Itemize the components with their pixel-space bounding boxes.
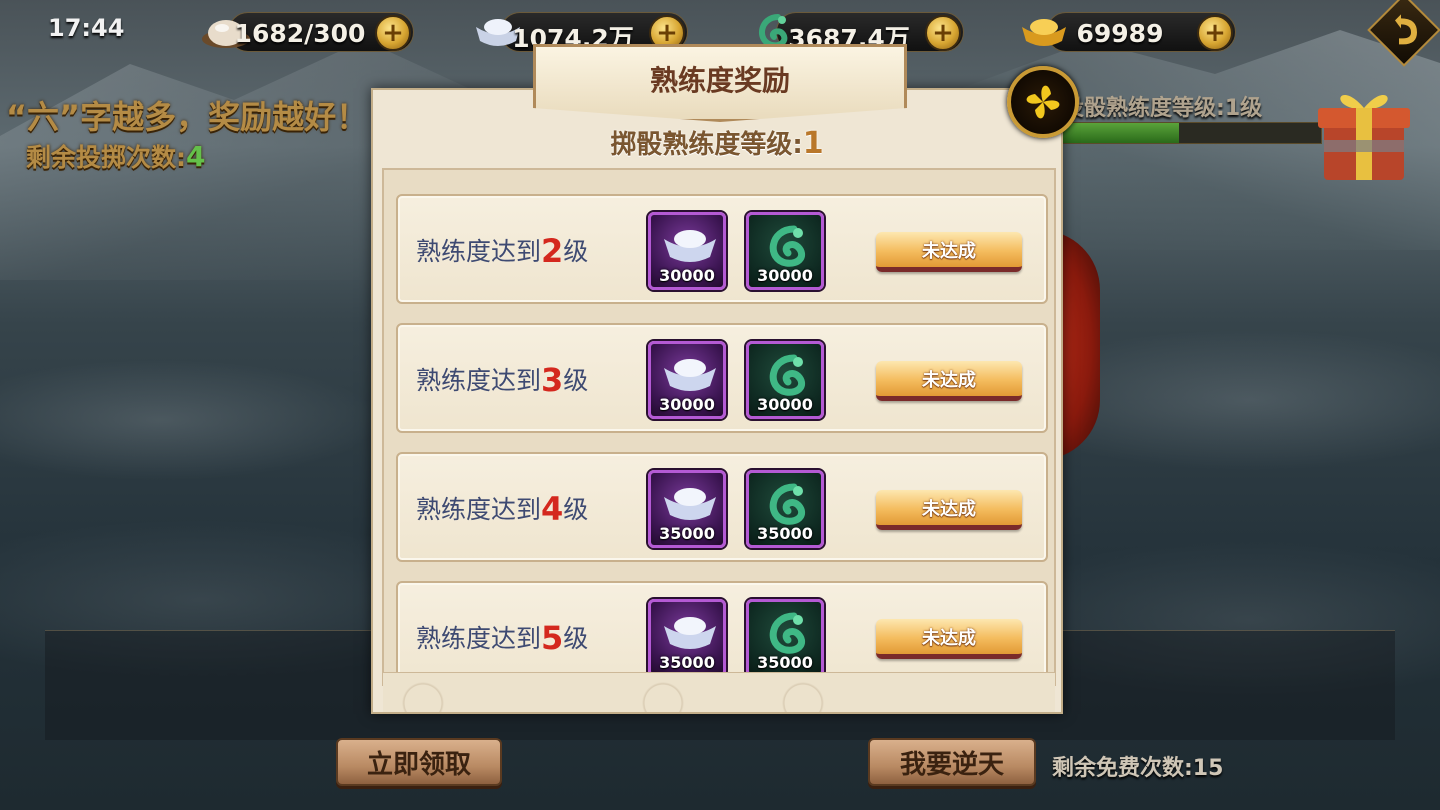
row-prefix: 熟练度达到 [416,624,542,653]
remaining-throws: 剩余投掷次数:4 [26,138,205,174]
silver-reward[interactable]: 30000 [648,341,726,419]
reward-list[interactable]: 熟练度达到2级 30000 30000 未达成 熟练度达到3级 30000 30… [382,168,1056,686]
status-button[interactable]: 未达成 [876,232,1022,272]
stamina-value: 1682/300 [234,19,366,48]
reward-row: 熟练度达到4级 35000 35000 未达成 [396,452,1048,562]
proficiency-level-info: 投骰熟练度等级:1级 [1062,90,1262,122]
reward-row: 熟练度达到5级 35000 35000 未达成 [396,581,1048,684]
jade-reward[interactable]: 35000 [746,599,824,677]
silver-ingot-icon [664,617,716,649]
close-button[interactable] [1007,66,1079,138]
row-suffix: 级 [563,366,589,395]
silver-ingot-icon [664,359,716,391]
row-label: 熟练度达到5级 [416,619,588,657]
row-label: 熟练度达到4级 [416,490,588,528]
remaining-throws-label: 剩余投掷次数: [26,143,186,172]
silver-ingot-icon [664,488,716,520]
reward-row: 熟练度达到3级 30000 30000 未达成 [396,323,1048,433]
silver-reward-qty: 35000 [659,524,715,543]
row-prefix: 熟练度达到 [416,237,542,266]
pinwheel-icon [1026,85,1060,119]
add-stamina-button[interactable]: + [375,15,411,51]
jade-reward-qty: 35000 [757,524,813,543]
resource-gold: 69989 + [1022,12,1236,52]
row-prefix: 熟练度达到 [416,495,542,524]
row-level: 5 [541,619,564,657]
dice-proficiency-label: 掷骰熟练度等级: [610,130,803,160]
proficiency-progress-bar [1062,122,1322,144]
jade-reward[interactable]: 30000 [746,212,824,290]
free-count: 剩余免费次数:15 [1052,756,1224,781]
jade-reward-qty: 30000 [757,395,813,414]
silver-ingot-icon [664,230,716,262]
jade-reward-qty: 30000 [757,266,813,285]
silver-reward-qty: 30000 [659,395,715,414]
reward-row: 熟练度达到2级 30000 30000 未达成 [396,194,1048,304]
jade-dragon-icon [769,483,805,525]
silver-reward-qty: 35000 [659,653,715,672]
proficiency-level-value: 1级 [1224,96,1263,121]
gold-value: 69989 [1076,19,1164,48]
proficiency-level-label: 投骰熟练度等级: [1062,96,1225,121]
remaining-throws-value: 4 [186,140,206,173]
dialog-title: 熟练度奖励 [533,44,907,122]
resource-stamina: 1682/300 + [202,12,414,52]
silver-reward[interactable]: 35000 [648,599,726,677]
row-label: 熟练度达到3级 [416,361,588,399]
row-suffix: 级 [563,624,589,653]
status-button[interactable]: 未达成 [876,361,1022,401]
row-label: 熟练度达到2级 [416,232,588,270]
row-level: 2 [541,232,564,270]
dice-proficiency-level: 掷骰熟练度等级:1 [371,124,1063,161]
row-level: 4 [541,490,564,528]
status-button[interactable]: 未达成 [876,619,1022,659]
claim-now-button[interactable]: 立即领取 [336,738,502,786]
status-button[interactable]: 未达成 [876,490,1022,530]
row-prefix: 熟练度达到 [416,366,542,395]
return-arrow-icon [1395,14,1417,45]
list-footer-decoration [383,672,1055,712]
row-level: 3 [541,361,564,399]
silver-reward-qty: 30000 [659,266,715,285]
jade-reward[interactable]: 30000 [746,341,824,419]
jade-dragon-icon [769,354,805,396]
reward-slogan: “六”字越多，奖励越好！ [6,98,369,136]
jade-reward[interactable]: 35000 [746,470,824,548]
back-button[interactable] [1367,0,1440,67]
jade-dragon-icon [769,225,805,267]
row-suffix: 级 [563,495,589,524]
row-suffix: 级 [563,237,589,266]
proficiency-progress-fill [1063,123,1180,143]
gift-box-icon[interactable] [1312,78,1416,188]
add-gold-button[interactable]: + [1197,15,1233,51]
jade-reward-qty: 35000 [757,653,813,672]
add-jade-button[interactable]: + [925,15,961,51]
defy-heaven-button[interactable]: 我要逆天 [868,738,1036,786]
silver-reward[interactable]: 35000 [648,470,726,548]
clock: 17:44 [48,14,125,42]
silver-reward[interactable]: 30000 [648,212,726,290]
jade-dragon-icon [769,612,805,654]
dice-proficiency-value: 1 [802,126,824,161]
